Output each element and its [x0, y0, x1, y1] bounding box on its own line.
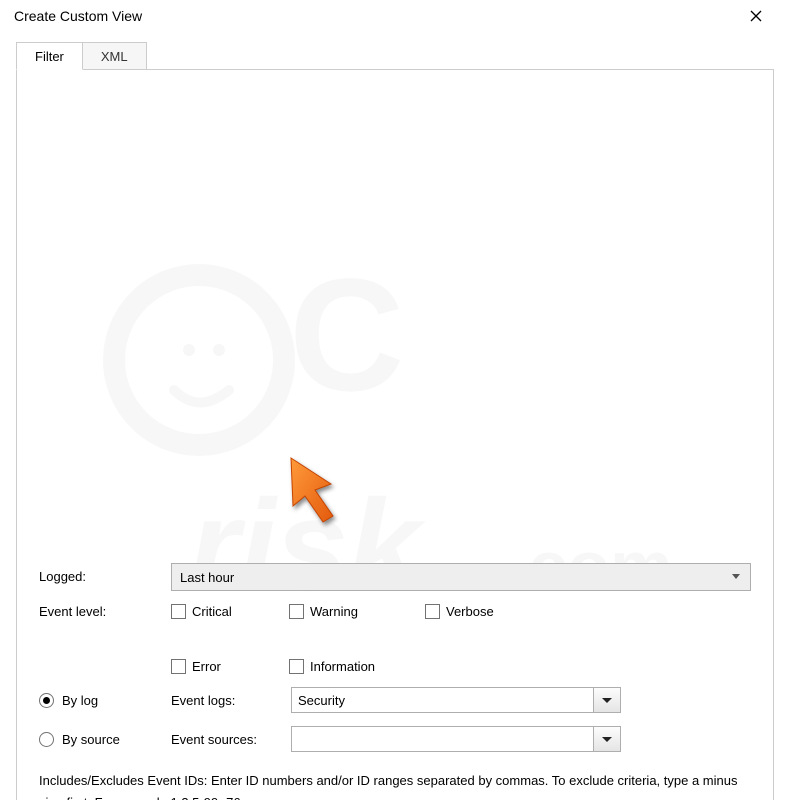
row-eventlevel: Event level: Critical Warning Verbose: [39, 604, 751, 674]
row-bylog: By log Event logs: Security: [39, 687, 751, 713]
eventlevel-checkboxes: Critical Warning Verbose Error: [171, 604, 751, 674]
annotation-arrow-icon: [283, 450, 353, 530]
eventsources-combo[interactable]: [291, 726, 621, 752]
dialog-root: Create Custom View Filter XML C risk .co…: [0, 0, 790, 800]
logged-label: Logged:: [39, 569, 171, 585]
eventlogs-dropdown-button[interactable]: [593, 687, 621, 713]
cb-information-label: Information: [310, 659, 375, 674]
cb-error[interactable]: Error: [171, 659, 271, 674]
chevron-down-icon: [602, 698, 612, 703]
radio-bysource-input[interactable]: [39, 732, 54, 747]
chevron-down-icon: [602, 737, 612, 742]
row-logged: Logged: Last hour: [39, 563, 751, 591]
radio-bylog-label: By log: [62, 693, 98, 708]
radio-bylog-input[interactable]: [39, 693, 54, 708]
cb-warning[interactable]: Warning: [289, 604, 407, 619]
cb-error-box[interactable]: [171, 659, 186, 674]
cb-verbose-box[interactable]: [425, 604, 440, 619]
cb-warning-label: Warning: [310, 604, 358, 619]
eventlogs-combo[interactable]: Security: [291, 687, 621, 713]
chevron-down-icon: [732, 574, 740, 579]
radio-bysource[interactable]: By source: [39, 732, 171, 747]
eventlevel-label: Event level:: [39, 604, 171, 620]
eventlogs-label: Event logs:: [171, 693, 291, 708]
cb-verbose-label: Verbose: [446, 604, 494, 619]
svg-text:C: C: [289, 245, 405, 424]
eventsources-field: Event sources:: [171, 726, 751, 752]
cb-information-box[interactable]: [289, 659, 304, 674]
radio-bylog[interactable]: By log: [39, 693, 171, 708]
svg-text:risk: risk: [189, 472, 426, 618]
eventlogs-value[interactable]: Security: [291, 687, 593, 713]
tab-xml[interactable]: XML: [82, 42, 147, 69]
close-icon: [750, 10, 762, 22]
cb-information[interactable]: Information: [289, 659, 397, 674]
cb-verbose[interactable]: Verbose: [425, 604, 533, 619]
cb-critical[interactable]: Critical: [171, 604, 271, 619]
close-button[interactable]: [736, 0, 776, 32]
filter-panel: C risk .com Logged: Last hour Event leve…: [16, 70, 774, 800]
cb-error-label: Error: [192, 659, 221, 674]
cb-warning-box[interactable]: [289, 604, 304, 619]
row-bysource: By source Event sources:: [39, 726, 751, 752]
dialog-body: Filter XML C risk .com Logged: Last hour: [0, 32, 790, 800]
window-title: Create Custom View: [14, 8, 736, 24]
tab-strip: Filter XML: [16, 40, 774, 70]
eventsources-dropdown-button[interactable]: [593, 726, 621, 752]
logged-select[interactable]: Last hour: [171, 563, 751, 591]
logged-value: Last hour: [180, 570, 234, 585]
eventsources-value[interactable]: [291, 726, 593, 752]
eventlogs-field: Event logs: Security: [171, 687, 751, 713]
titlebar: Create Custom View: [0, 0, 790, 32]
cb-critical-label: Critical: [192, 604, 232, 619]
eventsources-label: Event sources:: [171, 732, 291, 747]
tab-filter[interactable]: Filter: [16, 42, 83, 70]
cb-critical-box[interactable]: [171, 604, 186, 619]
eventid-instructions: Includes/Excludes Event IDs: Enter ID nu…: [39, 770, 751, 800]
radio-bysource-label: By source: [62, 732, 120, 747]
